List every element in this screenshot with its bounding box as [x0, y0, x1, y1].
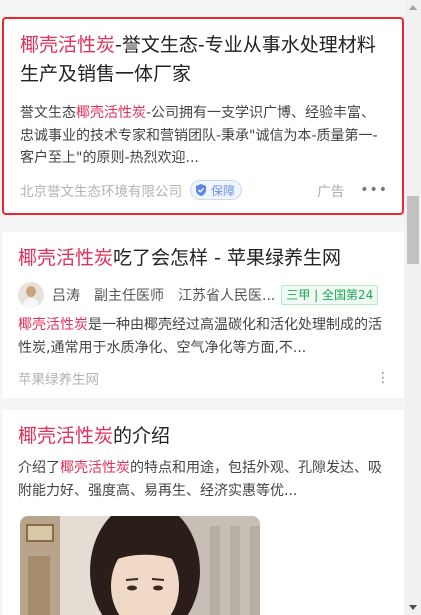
doctor-avatar [18, 282, 44, 308]
more-vertical-icon[interactable]: ⋮ [376, 370, 390, 386]
result-card[interactable]: 椰壳活性炭吃了会怎样 - 苹果绿养生网 吕涛 副主任医师 江苏省人民医... 三… [2, 232, 404, 398]
ad-desc-prefix: 誉文生态 [20, 105, 76, 121]
result-desc-prefix: 介绍了 [18, 460, 60, 476]
ad-title-keyword: 椰壳活性炭 [20, 34, 116, 56]
portrait-image [20, 516, 260, 615]
scroll-up-arrow[interactable] [409, 5, 417, 10]
scroll-down-arrow[interactable] [409, 605, 417, 610]
ad-desc-keyword: 椰壳活性炭 [76, 105, 146, 121]
doctor-name: 吕涛 [52, 288, 80, 304]
shield-check-icon [196, 184, 206, 196]
hospital-rank-tag: 三甲 | 全国第24 [281, 285, 379, 305]
guarantee-label: 保障 [211, 183, 236, 198]
result-footer: 苹果绿养生网 ⋮ [18, 368, 390, 388]
result-source[interactable]: 苹果绿养生网 [18, 368, 99, 388]
result-title-keyword: 椰壳活性炭 [18, 425, 114, 447]
ad-source[interactable]: 北京誉文生态环境有限公司 [20, 180, 182, 200]
ad-label: 广告 [317, 184, 345, 200]
result-description: 椰壳活性炭是一种由椰壳经过高温碳化和活化处理制成的活性炭,通常用于水质净化、空气… [18, 314, 390, 359]
doctor-info: 吕涛 副主任医师 江苏省人民医... 三甲 | 全国第24 [18, 282, 390, 308]
ad-title-link[interactable]: 椰壳活性炭-誉文生态-专业从事水处理材料生产及销售一体厂家 [20, 31, 388, 89]
doctor-title: 副主任医师 [94, 288, 164, 304]
result-description: 介绍了椰壳活性炭的特点和用途，包括外观、孔隙发达、吸附能力好、强度高、易再生、经… [18, 457, 390, 502]
ad-result-card[interactable]: 椰壳活性炭-誉文生态-专业从事水处理材料生产及销售一体厂家 誉文生态椰壳活性炭-… [2, 17, 404, 215]
result-title-link[interactable]: 椰壳活性炭吃了会怎样 - 苹果绿养生网 [18, 244, 390, 273]
result-desc-keyword: 椰壳活性炭 [18, 317, 88, 333]
result-title-text: 吃了会怎样 - 苹果绿养生网 [113, 247, 341, 269]
result-title-text: 的介绍 [113, 425, 171, 447]
result-title-link[interactable]: 椰壳活性炭的介绍 [18, 422, 390, 451]
ad-footer: 北京誉文生态环境有限公司 保障 广告 ••• [20, 179, 388, 201]
result-card[interactable]: 椰壳活性炭的介绍 介绍了椰壳活性炭的特点和用途，包括外观、孔隙发达、吸附能力好、… [2, 410, 404, 615]
vertical-scrollbar[interactable] [405, 0, 421, 615]
scrollbar-thumb[interactable] [407, 196, 419, 264]
result-desc-keyword: 椰壳活性炭 [60, 460, 130, 476]
ad-description: 誉文生态椰壳活性炭-公司拥有一支学识广博、经验丰富、忠诚事业的技术专家和营销团队… [20, 102, 388, 170]
hospital-name: 江苏省人民医... [178, 288, 276, 304]
result-title-keyword: 椰壳活性炭 [18, 247, 114, 269]
result-thumbnail[interactable] [20, 516, 260, 615]
guarantee-badge[interactable]: 保障 [190, 180, 243, 200]
more-dots-icon[interactable]: ••• [360, 182, 388, 198]
